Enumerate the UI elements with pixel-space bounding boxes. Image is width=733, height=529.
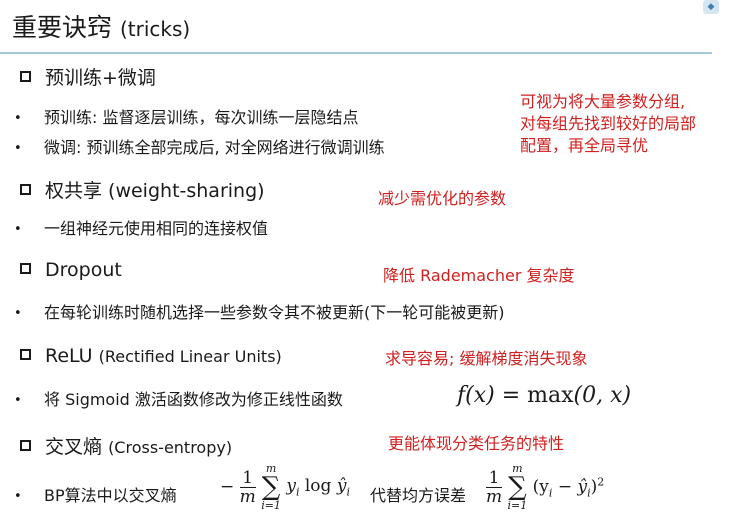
note-pretrain: 可视为将大量参数分组, 对每组先找到较好的局部 配置，再全局寻优 (520, 92, 697, 155)
note-dropout: 降低 Rademacher 复杂度 (383, 266, 575, 285)
bullet-dot-icon: • (14, 306, 22, 321)
relu-formula: f(x) = max(0, x) (457, 383, 632, 408)
mse-formula: 1 m m ∑ i=1 (yi − ŷi)2 (486, 462, 605, 512)
bullet-dot-icon: • (14, 222, 22, 237)
square-bullet-icon (20, 440, 31, 451)
square-bullet-icon (20, 184, 31, 195)
bullet-dropout: • 在每轮训练时随机选择一些参数令其不被更新(下一轮可能被更新) (14, 303, 505, 322)
bullet-finetune: • 微调: 预训练全部完成后, 对全网络进行微调训练 (14, 138, 385, 157)
cross-entropy-formula: − 1 m m ∑ i=1 yi log ŷi (220, 462, 350, 512)
bullet-dot-icon: • (14, 489, 22, 504)
bullet-cross-entropy-part1: • BP算法中以交叉熵 (14, 486, 177, 505)
bullet-dot-icon: • (14, 141, 22, 156)
square-bullet-icon (20, 71, 31, 82)
section-heading-weight-sharing: 权共享 (weight-sharing) (20, 176, 265, 203)
page-title: 重要诀窍 (tricks) (12, 8, 190, 44)
section-heading-cross-entropy: 交叉熵 (Cross-entropy) (20, 432, 232, 459)
square-bullet-icon (20, 349, 31, 360)
note-weight-sharing: 减少需优化的参数 (378, 189, 507, 208)
app-badge-icon: ◆ (703, 0, 719, 14)
note-relu: 求导容易; 缓解梯度消失现象 (385, 349, 588, 368)
bullet-pretrain: • 预训练: 监督逐层训练，每次训练一层隐结点 (14, 108, 359, 127)
note-cross-entropy: 更能体现分类任务的特性 (388, 434, 565, 453)
bullet-dot-icon: • (14, 393, 22, 408)
square-bullet-icon (20, 263, 31, 274)
bullet-cross-entropy-part2: 代替均方误差 (370, 486, 467, 505)
section-heading-pretrain: 预训练+微调 (20, 63, 156, 90)
title-divider (0, 52, 712, 54)
bullet-dot-icon: • (14, 111, 22, 126)
section-heading-relu: ReLU (Rectified Linear Units) (20, 345, 282, 367)
bullet-weight-sharing: • 一组神经元使用相同的连接权值 (14, 219, 269, 238)
title-main: 重要诀窍 (12, 13, 113, 42)
section-heading-dropout: Dropout (20, 259, 122, 281)
title-sub: (tricks) (119, 17, 191, 41)
bullet-relu: • 将 Sigmoid 激活函数修改为修正线性函数 (14, 390, 343, 409)
